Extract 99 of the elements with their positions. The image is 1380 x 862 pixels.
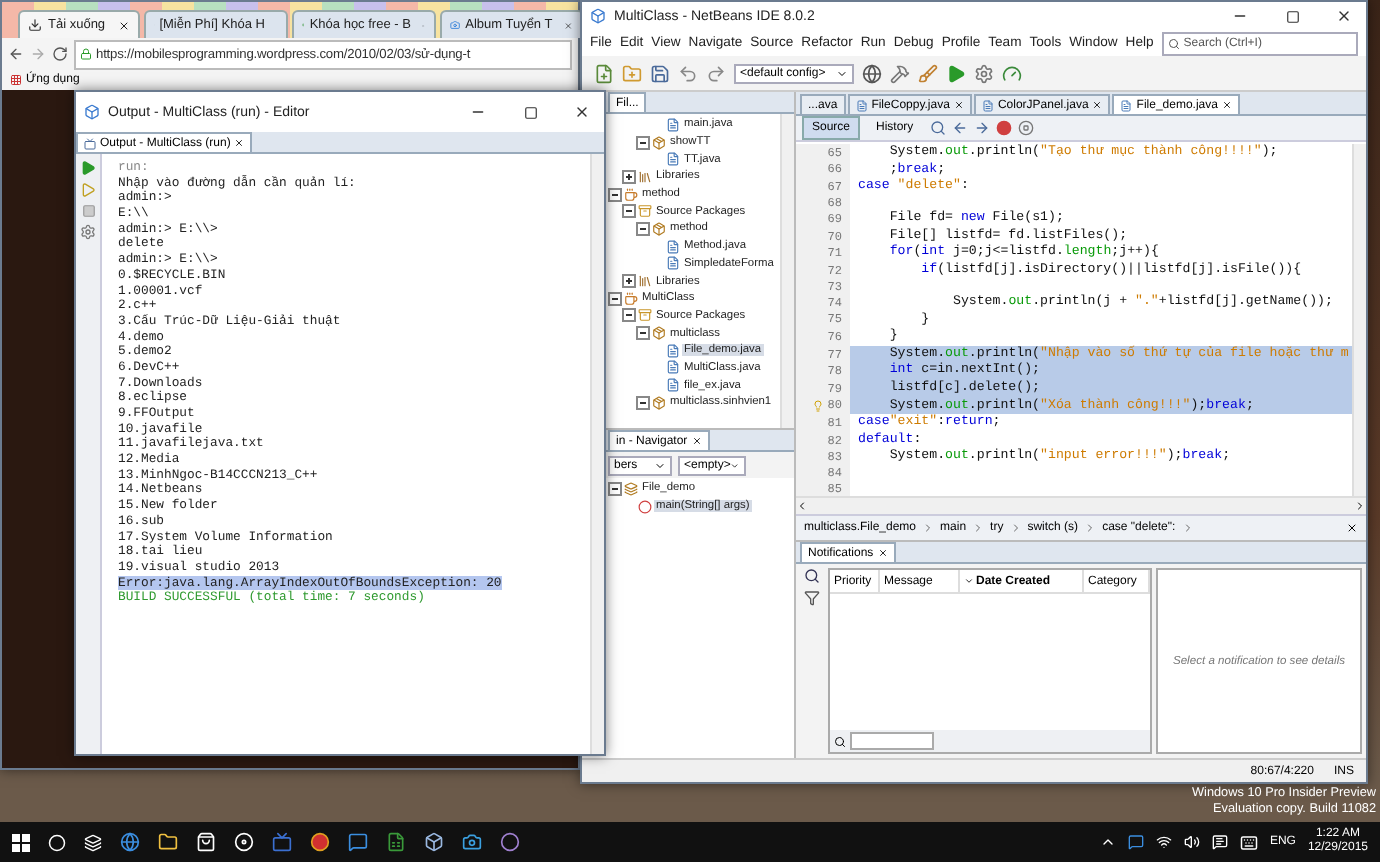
close-icon bbox=[1336, 8, 1352, 24]
chevron-icon bbox=[972, 522, 985, 534]
filter-icon[interactable] bbox=[804, 590, 820, 606]
disc-icon[interactable] bbox=[234, 832, 254, 852]
globe-icon[interactable] bbox=[120, 832, 140, 852]
collapse-toggle-icon[interactable] bbox=[636, 135, 650, 150]
tv-icon[interactable] bbox=[272, 832, 292, 852]
folder-icon[interactable] bbox=[158, 832, 178, 852]
document-icon bbox=[666, 152, 680, 167]
caret-icon bbox=[654, 459, 666, 471]
collapse-toggle-icon[interactable] bbox=[608, 291, 622, 306]
cube-icon bbox=[84, 104, 100, 120]
search-icon bbox=[1167, 37, 1180, 49]
task-view-icon[interactable] bbox=[84, 833, 102, 851]
new-file-icon[interactable] bbox=[594, 63, 614, 83]
wifi-icon[interactable] bbox=[1155, 834, 1172, 850]
settings-icon[interactable] bbox=[80, 224, 96, 240]
search-icon[interactable] bbox=[804, 568, 820, 584]
redo-icon[interactable] bbox=[706, 63, 726, 83]
back-icon[interactable] bbox=[8, 46, 24, 62]
caret-icon bbox=[836, 67, 848, 79]
camera-icon[interactable] bbox=[462, 832, 482, 852]
record-icon[interactable] bbox=[995, 120, 1012, 136]
back-icon[interactable] bbox=[951, 120, 968, 136]
forward-icon[interactable] bbox=[973, 120, 990, 136]
document-icon bbox=[666, 378, 680, 393]
dot-icon bbox=[638, 499, 652, 514]
collapse-toggle-icon[interactable] bbox=[636, 326, 650, 341]
shopping-bag-icon[interactable] bbox=[196, 832, 216, 852]
run-icon[interactable] bbox=[946, 63, 966, 83]
gauge-icon[interactable] bbox=[1002, 63, 1022, 83]
chevron-icon bbox=[1084, 522, 1097, 534]
scrollbar[interactable] bbox=[796, 496, 1366, 514]
keyboard-icon[interactable] bbox=[1239, 833, 1258, 851]
start-icon[interactable] bbox=[12, 833, 30, 851]
collapse-toggle-icon[interactable] bbox=[608, 481, 622, 496]
coffee-cup-icon bbox=[624, 187, 638, 202]
download-icon bbox=[28, 18, 42, 32]
brush-icon[interactable] bbox=[918, 63, 938, 83]
notification-icon[interactable] bbox=[1211, 834, 1228, 850]
monitor-icon bbox=[84, 137, 96, 149]
scrollbar[interactable] bbox=[780, 114, 794, 428]
layers-icon bbox=[624, 481, 638, 496]
apps-icon[interactable] bbox=[10, 74, 22, 86]
reload-icon[interactable] bbox=[52, 46, 68, 62]
collapse-toggle-icon[interactable] bbox=[636, 221, 650, 236]
circle-icon[interactable] bbox=[500, 832, 520, 852]
document-icon bbox=[666, 117, 680, 132]
cube-icon bbox=[590, 8, 606, 24]
circle-icon[interactable] bbox=[310, 832, 330, 852]
collapse-toggle-icon[interactable] bbox=[636, 395, 650, 410]
scroll-left-icon[interactable] bbox=[796, 500, 808, 512]
spreadsheet-icon[interactable] bbox=[386, 832, 406, 852]
caret-icon bbox=[730, 459, 740, 471]
coffee-cup-icon bbox=[624, 291, 638, 306]
scrollbar[interactable] bbox=[590, 154, 604, 754]
close-icon[interactable] bbox=[117, 19, 130, 31]
document-icon bbox=[1120, 99, 1133, 111]
collapse-toggle-icon[interactable] bbox=[608, 187, 622, 202]
archive-icon bbox=[638, 308, 652, 323]
books-icon bbox=[638, 169, 652, 184]
expand-toggle-icon[interactable] bbox=[622, 169, 636, 184]
scroll-right-icon[interactable] bbox=[1354, 500, 1366, 512]
search-field[interactable] bbox=[850, 732, 934, 750]
cube-icon[interactable] bbox=[424, 832, 444, 852]
camera-icon bbox=[449, 18, 460, 32]
package-icon bbox=[652, 395, 666, 410]
stop-icon[interactable] bbox=[1017, 120, 1034, 136]
collapse-toggle-icon[interactable] bbox=[622, 204, 636, 219]
package-icon bbox=[652, 326, 666, 341]
save-icon[interactable] bbox=[650, 63, 670, 83]
volume-icon[interactable] bbox=[1183, 834, 1200, 850]
collapse-toggle-icon[interactable] bbox=[622, 308, 636, 323]
globe-icon[interactable] bbox=[862, 63, 882, 83]
chat-icon[interactable] bbox=[1127, 834, 1144, 850]
archive-icon bbox=[638, 204, 652, 219]
books-icon bbox=[638, 274, 652, 289]
search-icon bbox=[834, 735, 846, 747]
close-icon[interactable] bbox=[1346, 522, 1358, 534]
lock-icon bbox=[80, 48, 92, 60]
maximize-icon bbox=[523, 105, 537, 119]
expand-toggle-icon[interactable] bbox=[622, 274, 636, 289]
chevron-icon bbox=[922, 522, 935, 534]
document-icon bbox=[981, 99, 994, 111]
settings-icon[interactable] bbox=[974, 63, 994, 83]
chat-icon[interactable] bbox=[348, 832, 368, 852]
chevron-icon bbox=[1181, 522, 1194, 534]
maximize-icon bbox=[1285, 9, 1299, 23]
package-icon bbox=[652, 135, 666, 150]
document-icon bbox=[855, 99, 868, 111]
chevron-icon bbox=[1009, 522, 1022, 534]
rerun-icon[interactable] bbox=[80, 160, 96, 176]
chevron-icon[interactable] bbox=[1099, 834, 1116, 850]
package-icon bbox=[652, 221, 666, 236]
undo-icon[interactable] bbox=[678, 63, 698, 83]
close-icon bbox=[574, 104, 590, 120]
sort-icon bbox=[964, 576, 974, 586]
scrollbar[interactable] bbox=[1352, 144, 1366, 496]
hammer-icon[interactable] bbox=[890, 63, 910, 83]
